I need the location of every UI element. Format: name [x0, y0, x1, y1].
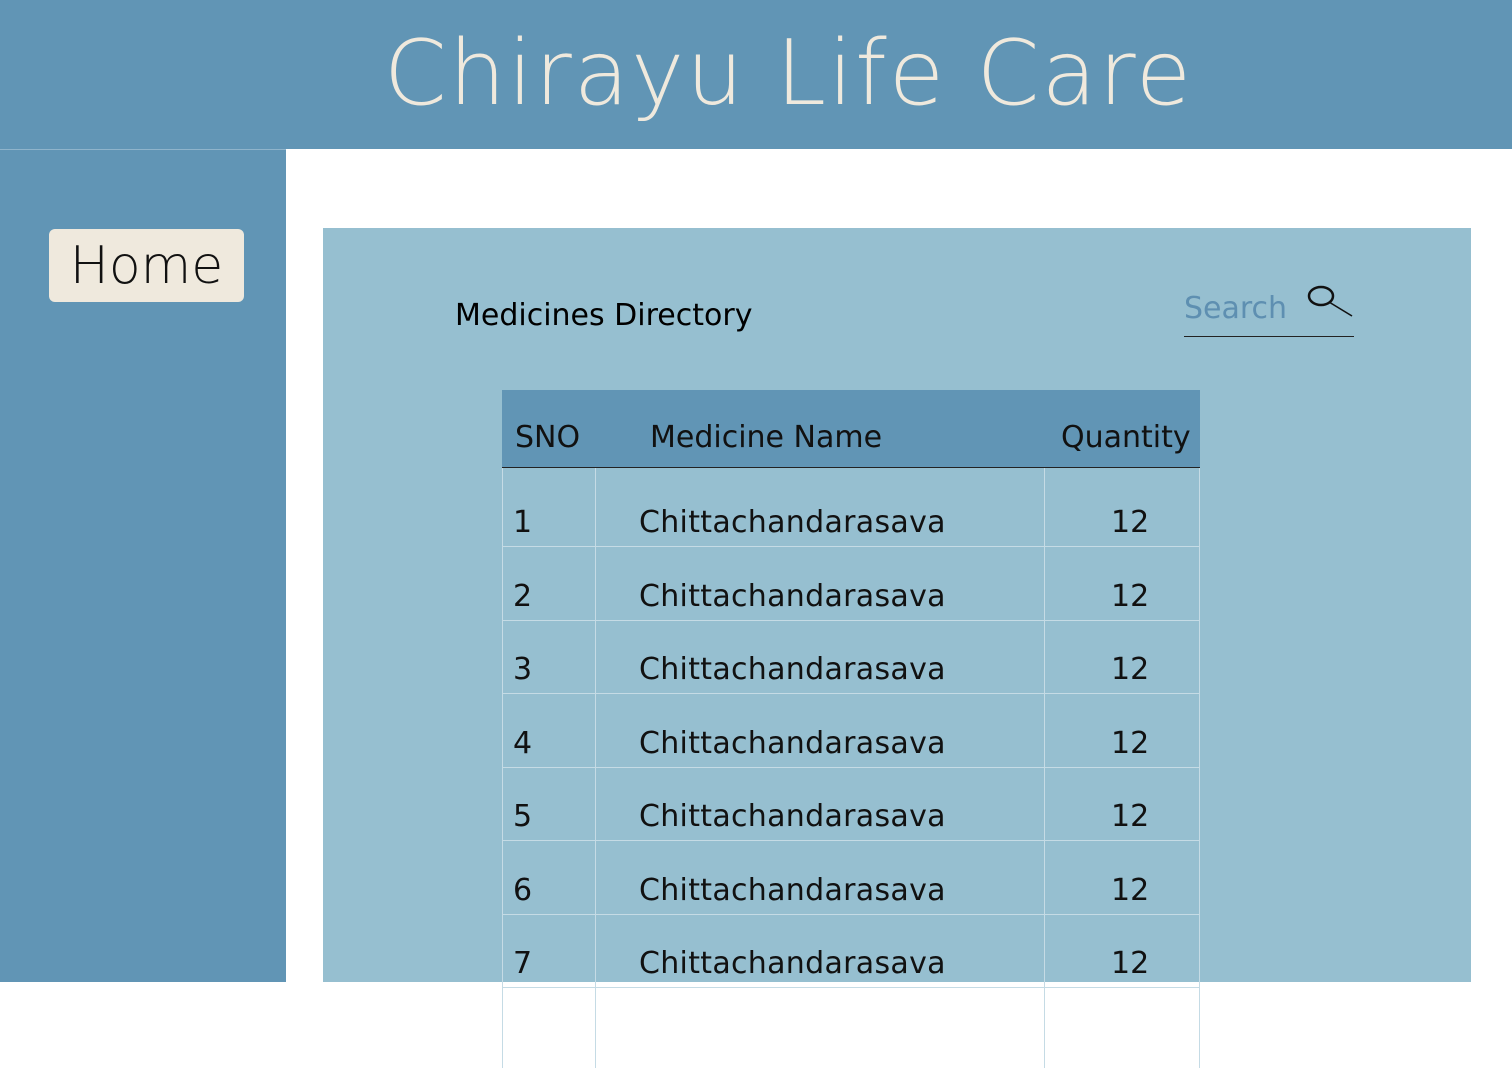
row-medicine-name: Chittachandarasava: [639, 578, 946, 614]
row-sno: 4: [513, 725, 533, 761]
table-body: 1 Chittachandarasava 12 2 Chittachandara…: [502, 468, 1200, 988]
table-row[interactable]: 4 Chittachandarasava 12: [502, 694, 1200, 768]
table-header: SNO Medicine Name Quantity: [502, 390, 1200, 468]
row-medicine-name: Chittachandarasava: [639, 652, 946, 687]
row-quantity: 12: [1111, 946, 1150, 981]
medicines-table: SNO Medicine Name Quantity 1 Chittachand…: [502, 390, 1200, 1068]
table-row[interactable]: 7 Chittachandarasava 12: [502, 915, 1200, 988]
row-medicine-name: Chittachandarasava: [639, 872, 946, 908]
row-sno: 5: [513, 799, 533, 834]
table-row[interactable]: 3 Chittachandarasava 12: [502, 621, 1200, 694]
home-button[interactable]: Home: [49, 229, 244, 302]
row-quantity: 12: [1111, 799, 1150, 834]
column-header-medicine-name[interactable]: Medicine Name: [650, 420, 882, 455]
page-title: Medicines Directory: [455, 298, 753, 333]
column-header-quantity[interactable]: Quantity: [1061, 420, 1191, 455]
table-row[interactable]: 2 Chittachandarasava 12: [502, 547, 1200, 621]
row-quantity: 12: [1111, 652, 1150, 687]
row-quantity: 12: [1111, 872, 1150, 908]
row-medicine-name: Chittachandarasava: [639, 946, 946, 981]
search-icon[interactable]: [1304, 284, 1356, 326]
row-sno: 2: [513, 578, 533, 614]
table-row[interactable]: 6 Chittachandarasava 12: [502, 841, 1200, 915]
search-input[interactable]: [1184, 286, 1302, 330]
row-quantity: 12: [1111, 505, 1150, 540]
row-sno: 1: [513, 505, 533, 540]
search-box: [1184, 282, 1354, 337]
row-quantity: 12: [1111, 725, 1150, 761]
row-sno: 6: [513, 872, 533, 908]
app-title: Chirayu Life Care: [383, 20, 1194, 126]
column-header-sno[interactable]: SNO: [515, 420, 580, 455]
row-medicine-name: Chittachandarasava: [639, 799, 946, 834]
row-quantity: 12: [1111, 578, 1150, 614]
app-header: Chirayu Life Care: [0, 0, 1512, 149]
table-row[interactable]: 5 Chittachandarasava 12: [502, 768, 1200, 841]
sidebar: Home: [0, 149, 286, 982]
row-medicine-name: Chittachandarasava: [639, 725, 946, 761]
medicines-panel: Medicines Directory SNO Medicine Name Qu…: [323, 228, 1471, 1068]
row-medicine-name: Chittachandarasava: [639, 505, 946, 540]
row-sno: 7: [513, 946, 533, 981]
row-sno: 3: [513, 652, 533, 687]
table-row[interactable]: 1 Chittachandarasava 12: [502, 468, 1200, 547]
